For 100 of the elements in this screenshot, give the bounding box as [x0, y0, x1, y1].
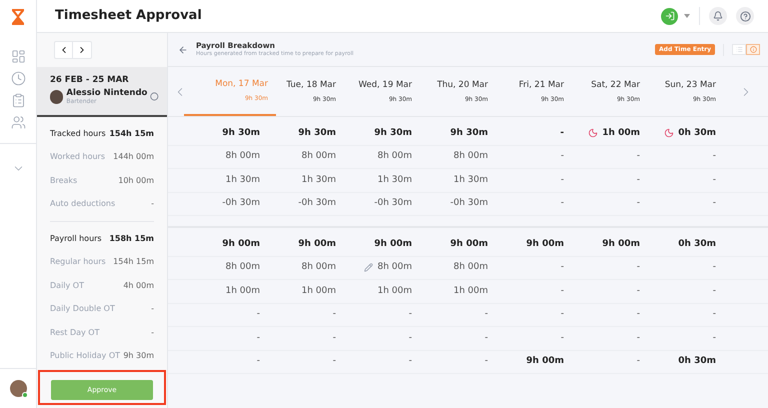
hours-cell-text: -	[560, 126, 564, 140]
hours-cell-text: 9h 00m	[526, 238, 564, 250]
hours-cell-text: -	[256, 332, 260, 344]
hours-cell-text: -	[636, 332, 640, 344]
hours-cell-text: -	[560, 284, 564, 298]
hours-cell-text: 0h 30m	[678, 355, 716, 368]
hours-cell-text: 8h 00m	[453, 150, 488, 163]
hours-cell-text: 9h 30m	[450, 126, 488, 140]
hours-cell-text: -0h 30m	[298, 197, 336, 210]
hours-cell-text: -	[560, 197, 564, 210]
hours-cell-text: -	[332, 332, 336, 344]
hours-cell-text: -	[636, 174, 640, 186]
hours-cell-text: 0h 30m	[678, 238, 716, 250]
hours-cell-text: 8h 00m	[301, 261, 336, 274]
summary-label: Auto deductions	[50, 198, 116, 210]
dashboard-icon[interactable]	[10, 49, 26, 64]
hours-cell-text: 0h 30m	[678, 126, 716, 140]
summary-label: Tracked hours	[50, 128, 106, 140]
summary-label: Payroll hours	[50, 232, 102, 245]
hours-cell-text: -	[484, 355, 488, 368]
hours-cell-text: -	[712, 308, 716, 321]
hours-cell-text: 8h 00m	[453, 261, 488, 274]
hours-cell-text: 1h 30m	[225, 174, 260, 186]
bell-icon	[713, 11, 723, 21]
hours-cell-text: -	[256, 308, 260, 321]
hours-cell-text: -	[636, 355, 640, 368]
hours-cell-text: 9h 30m	[298, 126, 336, 140]
hours-cell-text: -	[408, 308, 412, 321]
summary-label: Daily Double OT	[50, 303, 115, 316]
hours-cell-text: -0h 30m	[450, 197, 488, 210]
hours-cell-text: -	[712, 150, 716, 163]
hours-cell-text: -	[332, 308, 336, 321]
hours-cell-text: 1h 30m	[453, 174, 488, 186]
hours-cell-text: -	[484, 332, 488, 344]
hours-cell-text: -	[560, 261, 564, 274]
pencil-icon	[364, 263, 374, 272]
hours-cell-text: 1h 00m	[602, 126, 640, 140]
hours-cell-text: 1h 00m	[225, 284, 260, 298]
clipboard-icon[interactable]	[10, 93, 26, 108]
login-icon	[664, 11, 674, 21]
hours-cell-text: 8h 00m	[377, 261, 412, 274]
clock-icon[interactable]	[10, 71, 26, 86]
help-icon	[740, 10, 750, 22]
hours-cell-text: 8h 00m	[225, 150, 260, 163]
hours-cell-text: -0h 30m	[222, 197, 260, 210]
summary-value: -	[151, 326, 154, 339]
hours-cell-text: -	[636, 261, 640, 274]
help-button[interactable]	[736, 7, 754, 25]
hours-cell-text: -	[560, 150, 564, 163]
caret-icon[interactable]	[684, 14, 690, 18]
page-title: Timesheet Approval	[55, 7, 202, 26]
status-circle-icon	[150, 92, 159, 102]
hours-cell-text: -	[332, 355, 336, 368]
moon-icon	[664, 128, 674, 138]
users-icon[interactable]	[10, 115, 26, 130]
hours-cell-text: 8h 00m	[225, 261, 260, 274]
hours-cell-text: -	[636, 284, 640, 298]
summary-label: Worked hours	[50, 151, 106, 164]
avatar	[50, 90, 64, 104]
summary-value: 10h 00m	[118, 174, 154, 187]
hours-cell-text: -	[560, 174, 564, 186]
summary-value: 144h 00m	[113, 151, 154, 164]
hours-cell-text: -0h 30m	[374, 197, 412, 210]
avatar[interactable]	[10, 380, 26, 397]
info-icon	[750, 46, 756, 53]
hours-cell-text: 9h 00m	[526, 355, 564, 368]
hours-cell-text: -	[712, 174, 716, 186]
summary-label: Public Holiday OT	[50, 350, 120, 362]
hours-cell-text: -	[712, 197, 716, 210]
summary-value: -	[151, 198, 154, 210]
summary-label: Regular hours	[50, 256, 106, 268]
hours-cell-text: -	[484, 308, 488, 321]
period-range: 26 FEB - 25 MAR	[50, 76, 130, 84]
hours-cell-text: 8h 00m	[377, 150, 412, 163]
hours-cell-text: 1h 00m	[377, 284, 412, 298]
hours-cell-text: 1h 30m	[301, 174, 336, 186]
view-button[interactable]	[746, 44, 760, 55]
view-button[interactable]	[732, 44, 746, 55]
hours-cell-text: -	[636, 197, 640, 210]
hours-cell-text: -	[712, 261, 716, 274]
notifications-button[interactable]	[709, 7, 727, 25]
hours-cell-text: 1h 00m	[301, 284, 336, 298]
summary-label: Breaks	[50, 174, 78, 187]
hours-cell-text: -	[712, 284, 716, 298]
hours-cell-text: -	[408, 355, 412, 368]
hourglass-logo-icon	[11, 8, 25, 26]
employee-name: Alessio Nintendo	[66, 88, 148, 98]
summary-label: Rest Day OT	[50, 326, 100, 339]
summary-value: 158h 15m	[109, 232, 154, 245]
hours-cell-text: 8h 00m	[301, 150, 336, 163]
hours-cell-text: 1h 00m	[453, 284, 488, 298]
hours-cell-text: 1h 30m	[377, 174, 412, 186]
hours-cell-text: 9h 00m	[602, 238, 640, 250]
moon-icon	[588, 128, 598, 138]
summary-value: -	[151, 303, 154, 316]
hours-cell-text: 9h 00m	[298, 238, 336, 250]
summary-value: 9h 30m	[123, 350, 154, 362]
clock-in-button[interactable]	[661, 8, 678, 24]
back-arrow-icon[interactable]	[178, 44, 188, 54]
hours-cell-text: 9h 00m	[222, 238, 260, 250]
